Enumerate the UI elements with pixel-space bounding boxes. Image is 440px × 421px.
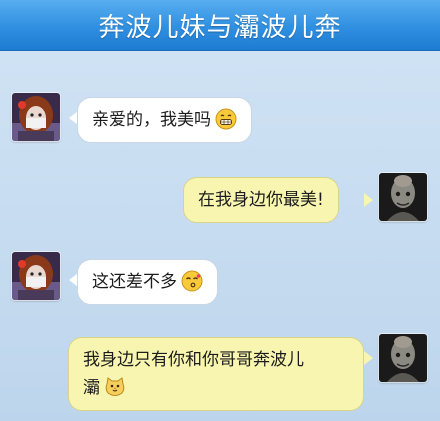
chat-area[interactable]: 亲爱的，我美吗 在我身边你最美! 这还差不多 我身边只有你和你哥哥奔波儿 灞 — [0, 51, 440, 421]
message-bubble-2[interactable]: 在我身边你最美! — [183, 177, 339, 223]
girl-avatar[interactable] — [12, 252, 60, 300]
chat-title: 奔波儿妹与灞波儿奔 — [98, 12, 342, 43]
message-text-3: 这还差不多 — [92, 272, 177, 292]
bubble-tail — [364, 193, 373, 207]
grin-emoji-icon — [215, 108, 237, 130]
message-text-2: 在我身边你最美! — [198, 190, 324, 210]
man-avatar[interactable] — [379, 173, 427, 221]
message-bubble-3[interactable]: 这还差不多 — [77, 259, 218, 305]
message-text-1: 亲爱的，我美吗 — [92, 110, 211, 130]
bubble-tail — [364, 351, 373, 365]
girl-avatar[interactable] — [12, 93, 60, 141]
cat-emoji-icon — [104, 376, 126, 398]
chat-title-bar: 奔波儿妹与灞波儿奔 — [0, 0, 440, 51]
man-avatar[interactable] — [379, 334, 427, 382]
kiss-emoji-icon — [181, 270, 203, 292]
message-bubble-4[interactable]: 我身边只有你和你哥哥奔波儿 灞 — [68, 337, 364, 411]
message-text-4-line-2: 灞 — [83, 378, 100, 398]
message-text-4-line-1: 我身边只有你和你哥哥奔波儿 — [83, 350, 304, 370]
message-bubble-1[interactable]: 亲爱的，我美吗 — [77, 97, 252, 143]
